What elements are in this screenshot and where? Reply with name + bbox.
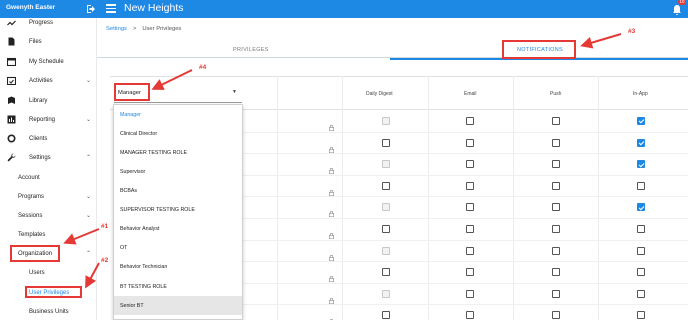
annotation-arrows (63, 33, 622, 289)
app-root: Gwenyth Easter New Heights 10 Progress F… (0, 0, 688, 320)
